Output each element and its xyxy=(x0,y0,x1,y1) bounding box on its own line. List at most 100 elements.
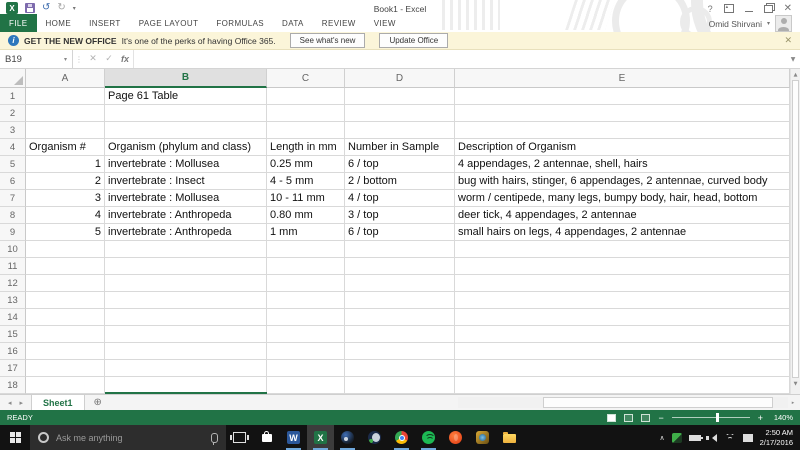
page-layout-view-icon[interactable] xyxy=(624,414,633,422)
cell-A18[interactable] xyxy=(26,377,105,394)
row-header-4[interactable]: 4 xyxy=(0,139,26,156)
row-header-14[interactable]: 14 xyxy=(0,309,26,326)
hidden-icons-chevron-icon[interactable]: ∧ xyxy=(660,434,665,442)
cell-A2[interactable] xyxy=(26,105,105,122)
row-header-10[interactable]: 10 xyxy=(0,241,26,258)
cell-D13[interactable] xyxy=(345,292,455,309)
normal-view-icon[interactable] xyxy=(607,414,616,422)
hearthstone-taskbar-button[interactable] xyxy=(469,425,496,450)
row-header-3[interactable]: 3 xyxy=(0,122,26,139)
cell-B14[interactable] xyxy=(105,309,267,326)
cell-C16[interactable] xyxy=(267,343,345,360)
cell-C8[interactable]: 0.80 mm xyxy=(267,207,345,224)
cell-E14[interactable] xyxy=(455,309,790,326)
zoom-slider[interactable] xyxy=(672,417,750,418)
row-header-17[interactable]: 17 xyxy=(0,360,26,377)
cell-A5[interactable]: 1 xyxy=(26,156,105,173)
row-header-18[interactable]: 18 xyxy=(0,377,26,394)
zoom-in-icon[interactable]: + xyxy=(758,414,763,422)
cell-D2[interactable] xyxy=(345,105,455,122)
cell-E11[interactable] xyxy=(455,258,790,275)
column-header-a[interactable]: A xyxy=(26,69,105,88)
cell-B9[interactable]: invertebrate : Anthropeda xyxy=(105,224,267,241)
wifi-icon[interactable] xyxy=(724,434,736,442)
cell-B1[interactable]: Page 61 Table xyxy=(105,88,267,105)
row-header-5[interactable]: 5 xyxy=(0,156,26,173)
file-explorer-taskbar-button[interactable] xyxy=(496,425,523,450)
cell-D7[interactable]: 4 / top xyxy=(345,190,455,207)
cell-B4[interactable]: Organism (phylum and class) xyxy=(105,139,267,156)
cell-A11[interactable] xyxy=(26,258,105,275)
close-icon[interactable]: ✕ xyxy=(784,3,792,14)
minimize-icon[interactable] xyxy=(745,11,753,12)
cell-C3[interactable] xyxy=(267,122,345,139)
ribbon-tab-insert[interactable]: INSERT xyxy=(80,14,130,32)
column-header-c[interactable]: C xyxy=(267,69,345,88)
zoom-level[interactable]: 140% xyxy=(771,413,793,422)
cell-A10[interactable] xyxy=(26,241,105,258)
zoom-out-icon[interactable]: − xyxy=(658,414,663,422)
action-center-icon[interactable] xyxy=(743,434,753,442)
column-header-b[interactable]: B xyxy=(105,69,267,88)
ribbon-display-options-icon[interactable] xyxy=(724,4,734,13)
cell-D15[interactable] xyxy=(345,326,455,343)
taskbar-clock[interactable]: 2:50 AM 2/17/2016 xyxy=(760,428,793,448)
row-header-13[interactable]: 13 xyxy=(0,292,26,309)
zoom-slider-thumb[interactable] xyxy=(716,413,719,422)
cell-A8[interactable]: 4 xyxy=(26,207,105,224)
cell-D1[interactable] xyxy=(345,88,455,105)
cell-B11[interactable] xyxy=(105,258,267,275)
confirm-entry-icon[interactable]: ✓ xyxy=(101,50,117,68)
row-header-9[interactable]: 9 xyxy=(0,224,26,241)
row-header-1[interactable]: 1 xyxy=(0,88,26,105)
ribbon-tab-data[interactable]: DATA xyxy=(273,14,313,32)
account-menu[interactable]: Omid Shirvani ▾ xyxy=(709,15,792,32)
cell-E12[interactable] xyxy=(455,275,790,292)
cell-C14[interactable] xyxy=(267,309,345,326)
update-office-button[interactable]: Update Office xyxy=(379,33,448,48)
cell-E13[interactable] xyxy=(455,292,790,309)
cell-D3[interactable] xyxy=(345,122,455,139)
cell-D4[interactable]: Number in Sample xyxy=(345,139,455,156)
cell-E7[interactable]: worm / centipede, many legs, bumpy body,… xyxy=(455,190,790,207)
cell-D12[interactable] xyxy=(345,275,455,292)
expand-formula-bar-icon[interactable]: ▼ xyxy=(786,50,800,68)
cell-E18[interactable] xyxy=(455,377,790,394)
vertical-scrollbar-thumb[interactable] xyxy=(792,80,799,378)
ribbon-tab-home[interactable]: HOME xyxy=(37,14,81,32)
cell-D8[interactable]: 3 / top xyxy=(345,207,455,224)
cell-C10[interactable] xyxy=(267,241,345,258)
cell-D6[interactable]: 2 / bottom xyxy=(345,173,455,190)
cell-C7[interactable]: 10 - 11 mm xyxy=(267,190,345,207)
cell-E10[interactable] xyxy=(455,241,790,258)
scroll-down-icon[interactable]: ▼ xyxy=(791,378,800,389)
cell-C17[interactable] xyxy=(267,360,345,377)
cell-E2[interactable] xyxy=(455,105,790,122)
cell-A15[interactable] xyxy=(26,326,105,343)
spotify-taskbar-button[interactable] xyxy=(415,425,442,450)
row-header-15[interactable]: 15 xyxy=(0,326,26,343)
column-header-e[interactable]: E xyxy=(455,69,790,88)
cell-A1[interactable] xyxy=(26,88,105,105)
cell-E1[interactable] xyxy=(455,88,790,105)
cell-D17[interactable] xyxy=(345,360,455,377)
cell-D18[interactable] xyxy=(345,377,455,394)
cell-A4[interactable]: Organism # xyxy=(26,139,105,156)
cell-C1[interactable] xyxy=(267,88,345,105)
row-header-7[interactable]: 7 xyxy=(0,190,26,207)
cell-D10[interactable] xyxy=(345,241,455,258)
chrome-taskbar-button[interactable] xyxy=(388,425,415,450)
cell-B12[interactable] xyxy=(105,275,267,292)
cell-A7[interactable]: 3 xyxy=(26,190,105,207)
cell-B10[interactable] xyxy=(105,241,267,258)
cell-D9[interactable]: 6 / top xyxy=(345,224,455,241)
horizontal-scrollbar-thumb[interactable] xyxy=(543,397,773,408)
sheet-tab-sheet1[interactable]: Sheet1 xyxy=(31,395,85,410)
cell-C13[interactable] xyxy=(267,292,345,309)
cell-A6[interactable]: 2 xyxy=(26,173,105,190)
speaker-icon[interactable] xyxy=(708,434,717,442)
name-box[interactable]: B19 ▾ xyxy=(0,50,73,68)
cell-C5[interactable]: 0.25 mm xyxy=(267,156,345,173)
chevron-down-icon[interactable]: ▾ xyxy=(64,56,67,63)
cell-B3[interactable] xyxy=(105,122,267,139)
